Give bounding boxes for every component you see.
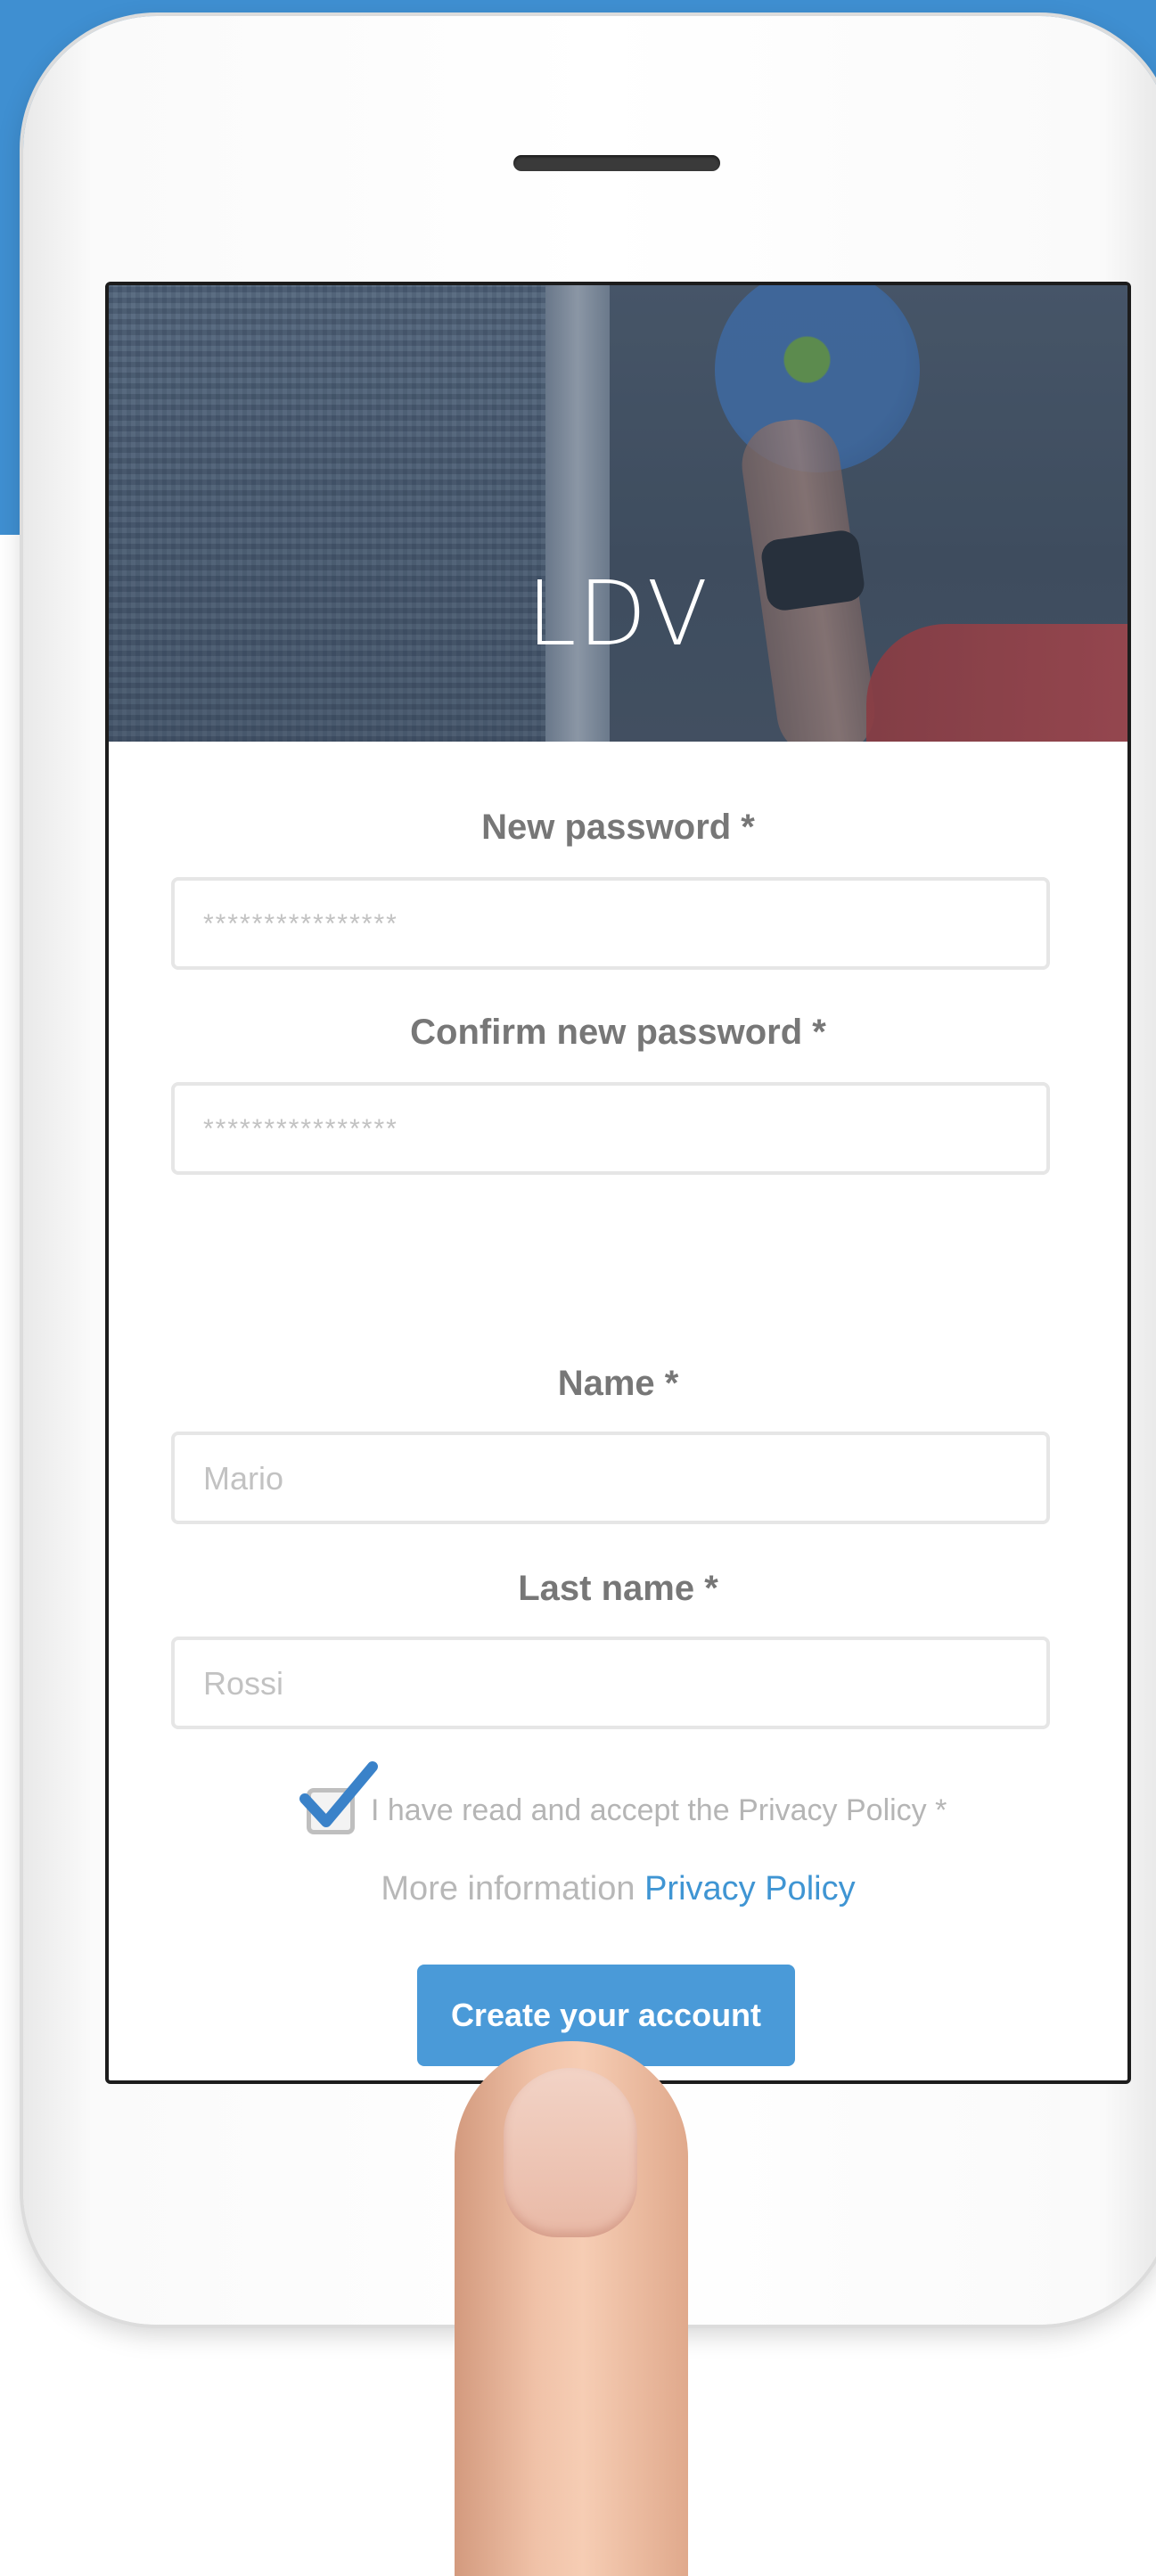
name-label: Name * bbox=[557, 1364, 679, 1403]
phone-screen: LDV New password * Confirm new password … bbox=[105, 282, 1131, 2084]
new-password-input[interactable] bbox=[201, 881, 1025, 968]
fingernail bbox=[504, 2068, 637, 2237]
confirm-password-input[interactable] bbox=[201, 1086, 1025, 1173]
privacy-policy-link[interactable]: Privacy Policy bbox=[644, 1870, 856, 1907]
new-password-label: New password * bbox=[481, 808, 755, 847]
app-logo: LDV bbox=[526, 562, 710, 666]
phone-speaker bbox=[513, 155, 720, 171]
more-info-line: More information Privacy Policy bbox=[109, 1870, 1127, 1908]
last-name-field[interactable] bbox=[171, 1637, 1050, 1729]
name-input[interactable] bbox=[201, 1435, 1025, 1522]
last-name-label: Last name * bbox=[518, 1569, 718, 1608]
last-name-input[interactable] bbox=[201, 1640, 1025, 1727]
confirm-password-field[interactable] bbox=[171, 1082, 1050, 1175]
confirm-password-label: Confirm new password * bbox=[410, 1013, 826, 1052]
name-field[interactable] bbox=[171, 1432, 1050, 1524]
more-info-text: More information bbox=[381, 1870, 645, 1907]
new-password-field[interactable] bbox=[171, 877, 1050, 970]
phone-frame: LDV New password * Confirm new password … bbox=[23, 16, 1156, 2325]
finger-illustration bbox=[455, 2041, 688, 2576]
privacy-checkbox-label: I have read and accept the Privacy Polic… bbox=[371, 1793, 947, 1827]
hero-overlay bbox=[109, 285, 1127, 742]
checkmark-icon bbox=[299, 1761, 378, 1827]
hero-banner: LDV bbox=[109, 285, 1127, 742]
